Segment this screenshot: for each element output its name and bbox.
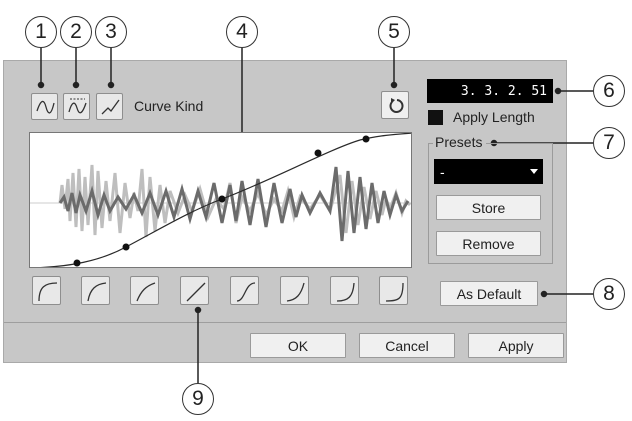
linear-curve-button[interactable] [96,93,123,120]
curve-preset-6-button[interactable] [280,276,309,305]
cancel-button[interactable]: Cancel [359,333,455,358]
spline-curve-icon [36,100,55,114]
curve-preset-8-icon [385,282,404,302]
store-button[interactable]: Store [436,195,541,220]
presets-selected-value: - [440,163,445,180]
curve-preset-linear-button[interactable] [180,276,209,305]
curve-preset-s-button[interactable] [230,276,259,305]
curve-preset-7-button[interactable] [330,276,359,305]
reset-icon [389,98,404,113]
curve-preset-3-button[interactable] [130,276,159,305]
waveform-display[interactable] [30,133,412,268]
ok-button[interactable]: OK [250,333,346,358]
damped-spline-curve-button[interactable] [63,93,90,120]
curve-preset-6-icon [286,282,305,302]
curve-preset-2-button[interactable] [81,276,110,305]
curve-preset-7-icon [336,282,355,302]
fade-curve-editor[interactable] [29,132,412,268]
linear-curve-icon [101,99,120,115]
damped-spline-curve-icon [68,98,87,114]
apply-length-label: Apply Length [453,109,535,125]
curve-preset-s-icon [236,282,256,302]
curve-preset-8-button[interactable] [379,276,408,305]
as-default-button[interactable]: As Default [440,281,538,306]
remove-button[interactable]: Remove [436,231,541,256]
curve-kind-label: Curve Kind [134,98,204,114]
spline-curve-button[interactable] [31,93,58,120]
curve-preset-3-icon [136,282,156,302]
apply-button[interactable]: Apply [468,333,564,358]
chevron-down-icon [530,169,538,174]
curve-preset-1-button[interactable] [32,276,61,305]
apply-length-checkbox[interactable] [428,110,443,125]
curve-preset-2-icon [87,282,107,302]
presets-select[interactable]: - [434,159,543,184]
curve-preset-linear-icon [186,282,206,302]
presets-label: Presets [433,134,487,150]
reset-button[interactable] [381,91,409,119]
position-display[interactable]: 3. 3. 2. 51 [427,79,553,103]
curve-preset-1-icon [38,282,58,302]
